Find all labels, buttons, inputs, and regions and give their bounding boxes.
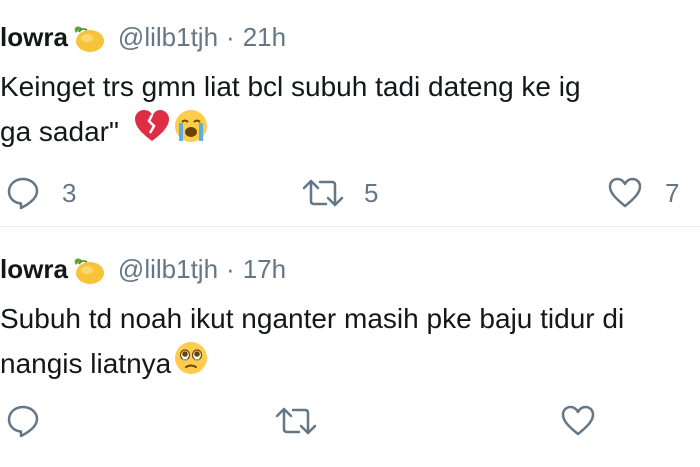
- like-icon: [607, 176, 643, 210]
- like-button[interactable]: [560, 401, 618, 441]
- tweet-text-fragment: ga sadar": [0, 116, 119, 147]
- tweet-1[interactable]: lowra @lilb1tjh · 21h Keinget trs gmn li…: [0, 0, 700, 226]
- tweet-text-line: nangis liatnya: [0, 340, 624, 388]
- tweet-timestamp[interactable]: 17h: [243, 254, 286, 285]
- mango-icon: [70, 255, 106, 285]
- tweet-2[interactable]: lowra @lilb1tjh · 17h Subuh td noah ikut…: [0, 226, 700, 467]
- like-count: 7: [665, 177, 680, 208]
- retweet-button[interactable]: 5: [302, 173, 378, 213]
- tweet-actions: [0, 401, 700, 441]
- retweet-icon: [302, 177, 344, 209]
- user-handle[interactable]: @lilb1tjh: [118, 22, 218, 53]
- tweet-text-fragment: nangis liatnya: [0, 348, 172, 379]
- retweet-button[interactable]: [275, 401, 339, 441]
- tweet-timestamp[interactable]: 21h: [243, 22, 286, 53]
- separator-dot: ·: [226, 22, 235, 52]
- like-icon: [560, 404, 596, 438]
- separator-dot: ·: [226, 254, 235, 284]
- tweet-text-line: ga sadar": [0, 108, 581, 156]
- face-holding-back-tears-icon: [173, 340, 209, 388]
- reply-icon: [6, 404, 40, 438]
- tweet-header: lowra @lilb1tjh · 17h: [0, 254, 286, 285]
- tweet-header: lowra @lilb1tjh · 21h: [0, 22, 286, 53]
- tweet-text-line: Keinget trs gmn liat bcl subuh tadi date…: [0, 71, 581, 102]
- broken-heart-icon: [133, 109, 171, 155]
- tweet-text: Subuh td noah ikut nganter masih pke baj…: [0, 298, 624, 388]
- reply-button[interactable]: [6, 401, 62, 441]
- mango-icon: [70, 23, 106, 53]
- loudly-crying-face-icon: [173, 108, 209, 156]
- retweet-count: 5: [364, 177, 379, 208]
- like-button[interactable]: 7: [607, 173, 679, 213]
- user-handle[interactable]: @lilb1tjh: [118, 254, 218, 285]
- retweet-icon: [275, 405, 317, 437]
- display-name[interactable]: lowra: [0, 22, 68, 53]
- tweet-text: Keinget trs gmn liat bcl subuh tadi date…: [0, 66, 581, 156]
- tweet-actions: 3 5 7: [0, 173, 700, 213]
- tweet-text-line: Subuh td noah ikut nganter masih pke baj…: [0, 303, 625, 334]
- display-name[interactable]: lowra: [0, 254, 68, 285]
- reply-button[interactable]: 3: [6, 173, 76, 213]
- reply-count: 3: [62, 177, 77, 208]
- reply-icon: [6, 176, 40, 210]
